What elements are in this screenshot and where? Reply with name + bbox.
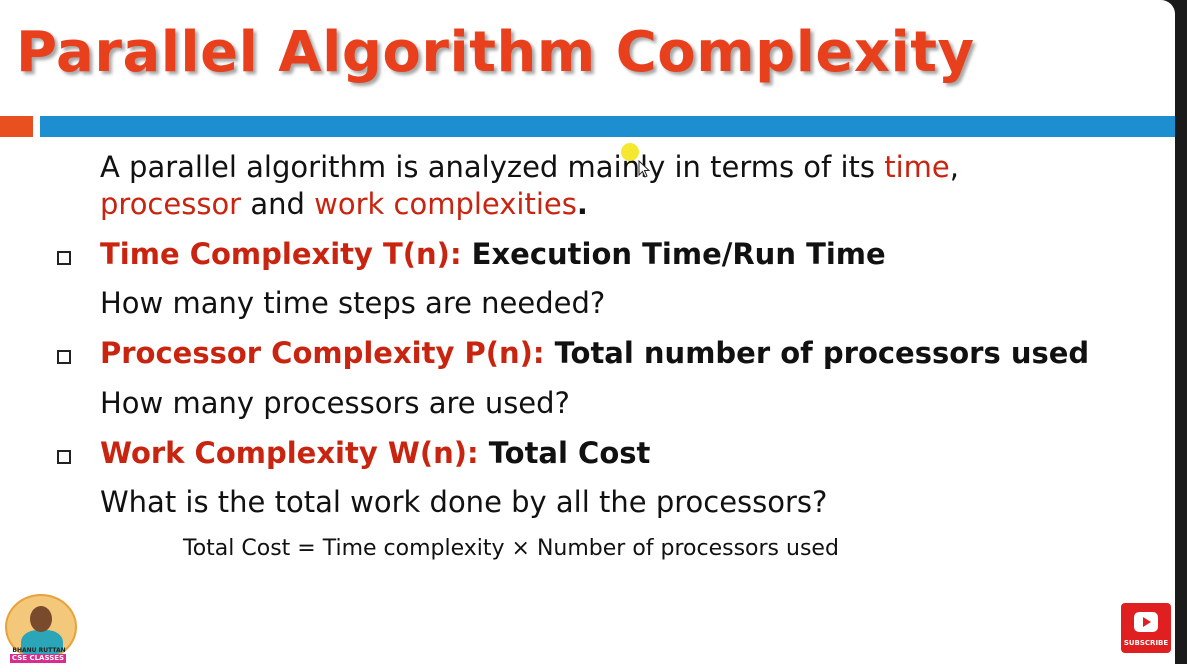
channel-tag: CSE CLASSES <box>10 654 66 663</box>
processor-complexity-heading: Processor Complexity P(n): Total number … <box>100 336 1089 370</box>
subscribe-label: SUBSCRIBE <box>1123 639 1169 647</box>
processor-complexity-term: Processor Complexity P(n) <box>100 336 533 370</box>
intro-work: work complexities <box>314 187 577 221</box>
cursor-icon <box>638 160 651 178</box>
hollow-square-icon <box>57 450 71 464</box>
avatar-face <box>30 606 52 632</box>
time-complexity-heading: Time Complexity T(n): Execution Time/Run… <box>100 237 886 271</box>
slide: Parallel Algorithm Complexity A parallel… <box>0 0 1175 664</box>
play-triangle-icon <box>1143 617 1151 627</box>
processor-complexity-colon: : <box>532 336 555 370</box>
intro-period: . <box>576 187 588 221</box>
hollow-square-icon <box>57 350 71 364</box>
time-complexity-colon: : <box>449 237 472 271</box>
work-complexity-question: What is the total work done by all the p… <box>100 485 828 519</box>
processor-complexity-definition: Total number of processors used <box>554 336 1090 370</box>
accent-block <box>0 116 33 137</box>
accent-bar <box>40 116 1175 137</box>
intro-comma: , <box>949 150 959 184</box>
work-complexity-definition: Total Cost <box>488 436 651 470</box>
processor-complexity-question: How many processors are used? <box>100 386 570 420</box>
intro-line-2: processor and work complexities. <box>100 187 588 221</box>
work-complexity-term: Work Complexity W(n) <box>100 436 468 470</box>
intro-and: and <box>241 187 315 221</box>
time-complexity-definition: Execution Time/Run Time <box>471 237 886 271</box>
work-complexity-heading: Work Complexity W(n): Total Cost <box>100 436 650 470</box>
work-complexity-colon: : <box>467 436 489 470</box>
channel-name: BHANU RUTTAN <box>12 647 66 654</box>
time-complexity-question: How many time steps are needed? <box>100 286 606 320</box>
intro-time: time <box>884 150 950 184</box>
total-cost-formula: Total Cost = Time complexity × Number of… <box>183 536 839 561</box>
intro-line-1: A parallel algorithm is analyzed mainly … <box>100 150 959 184</box>
subscribe-button[interactable]: SUBSCRIBE <box>1121 603 1171 653</box>
slide-title: Parallel Algorithm Complexity <box>16 20 975 85</box>
window-edge <box>1175 0 1187 664</box>
intro-text: A parallel algorithm is analyzed mainly … <box>100 150 885 184</box>
hollow-square-icon <box>57 251 71 265</box>
intro-processor: processor <box>100 187 242 221</box>
laser-pointer-highlight <box>621 143 639 161</box>
time-complexity-term: Time Complexity T(n) <box>100 237 450 271</box>
